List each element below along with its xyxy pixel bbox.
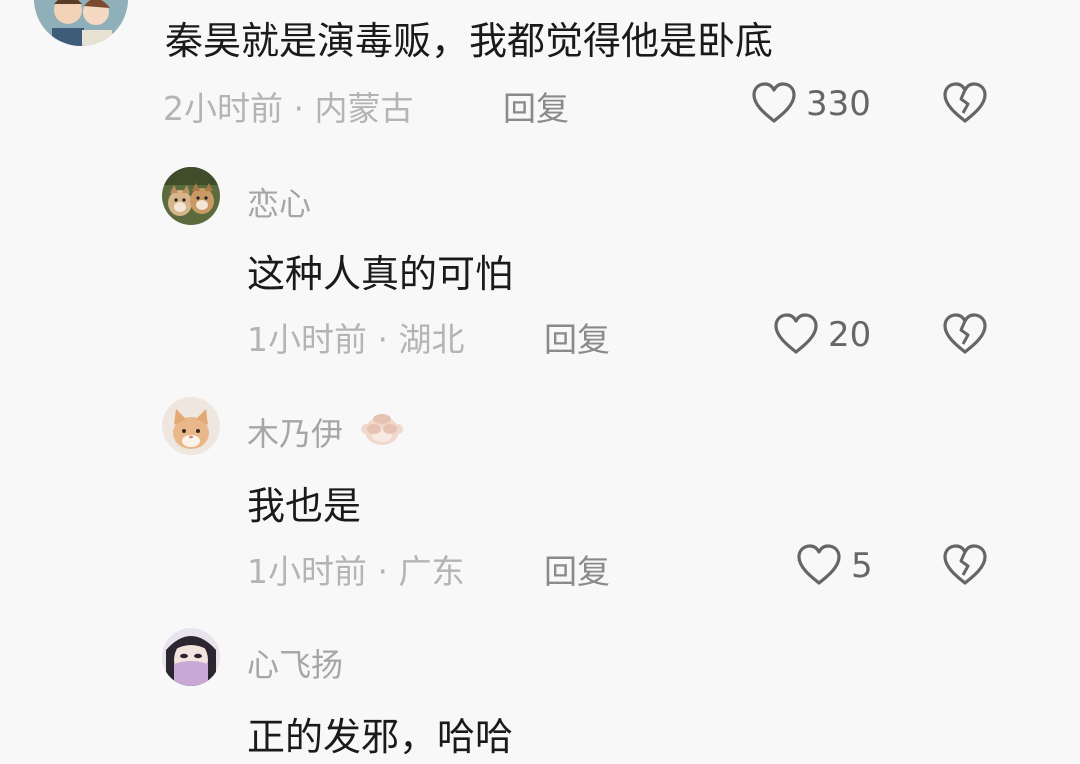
comment-meta: 1小时前 · 湖北 xyxy=(247,320,465,359)
comment-content: 这种人真的可怕 xyxy=(247,252,514,296)
broken-heart-icon[interactable] xyxy=(941,543,989,587)
broken-heart-icon[interactable] xyxy=(941,81,989,125)
like-count: 5 xyxy=(851,546,873,586)
heart-outline-icon[interactable] xyxy=(750,81,798,125)
comment-content: 秦昊就是演毒贩，我都觉得他是卧底 xyxy=(165,19,774,63)
avatar-dogs[interactable] xyxy=(162,167,220,225)
comment-meta: 1小时前 · 广东 xyxy=(247,552,465,591)
username[interactable]: 木乃伊 xyxy=(247,409,343,455)
like-count: 330 xyxy=(806,84,871,124)
username[interactable]: 心飞扬 xyxy=(247,640,343,686)
comment-content: 正的发邪，哈哈 xyxy=(247,715,514,759)
comment-meta: 2小时前 · 内蒙古 xyxy=(163,89,414,128)
monkey-emoji-icon xyxy=(360,409,404,447)
username[interactable]: 恋心 xyxy=(247,179,311,225)
heart-outline-icon[interactable] xyxy=(795,543,843,587)
reply-button[interactable]: 回复 xyxy=(544,313,610,361)
broken-heart-icon[interactable] xyxy=(941,312,989,356)
comment-thread: 秦昊就是演毒贩，我都觉得他是卧底 2小时前 · 内蒙古 回复 330 恋心 这种… xyxy=(0,0,1080,764)
heart-outline-icon[interactable] xyxy=(772,312,820,356)
avatar-cat[interactable] xyxy=(162,397,220,455)
avatar-girl[interactable] xyxy=(162,628,220,686)
avatar-couple[interactable] xyxy=(34,0,128,46)
like-count: 20 xyxy=(828,315,872,355)
reply-button[interactable]: 回复 xyxy=(503,82,569,130)
comment-content: 我也是 xyxy=(247,484,362,528)
reply-button[interactable]: 回复 xyxy=(544,545,610,593)
